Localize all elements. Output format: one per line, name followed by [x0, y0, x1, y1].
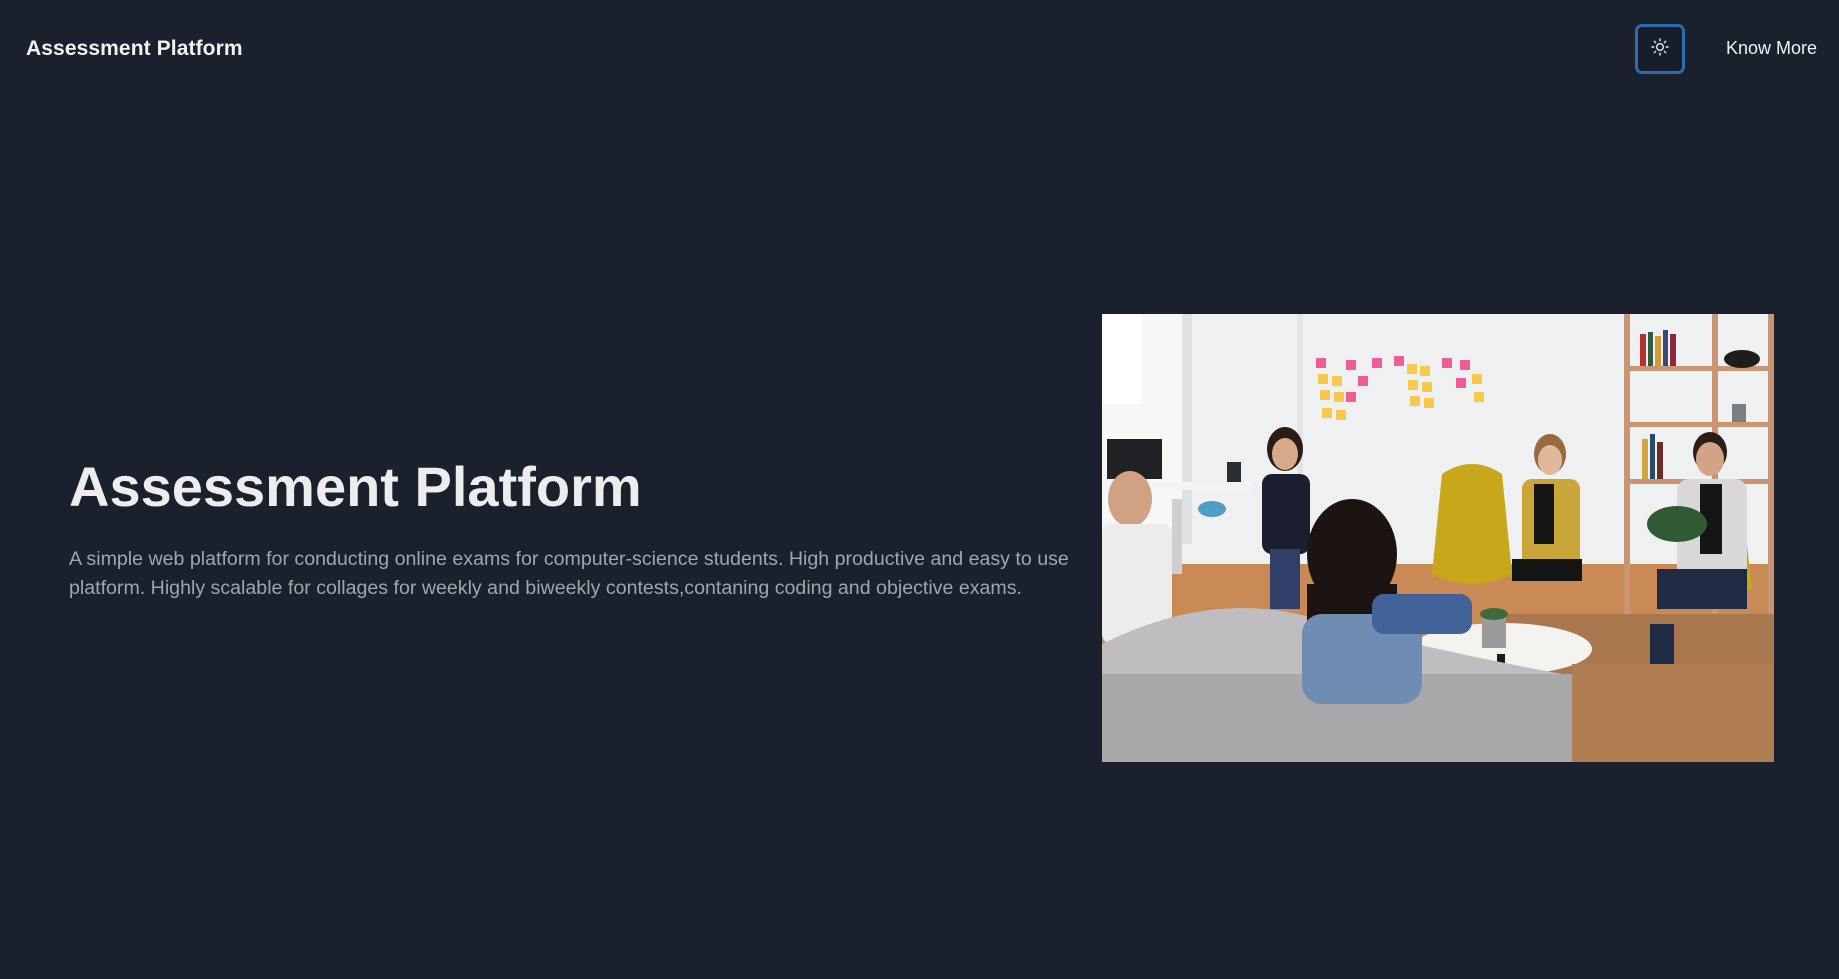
- brand-title[interactable]: Assessment Platform: [26, 37, 243, 61]
- hero-image: [1102, 314, 1774, 762]
- sun-icon: [1651, 38, 1669, 59]
- hero-text: Assessment Platform A simple web platfor…: [69, 456, 1079, 603]
- top-navbar: Assessment Platform Know More: [0, 0, 1839, 97]
- hero-section: Assessment Platform A simple web platfor…: [69, 314, 1774, 762]
- hero-title: Assessment Platform: [69, 455, 642, 518]
- know-more-link[interactable]: Know More: [1726, 38, 1817, 59]
- nav-actions: Know More: [1634, 23, 1817, 74]
- hero-description: A simple web platform for conducting onl…: [69, 547, 1069, 599]
- theme-toggle-button[interactable]: [1634, 23, 1685, 74]
